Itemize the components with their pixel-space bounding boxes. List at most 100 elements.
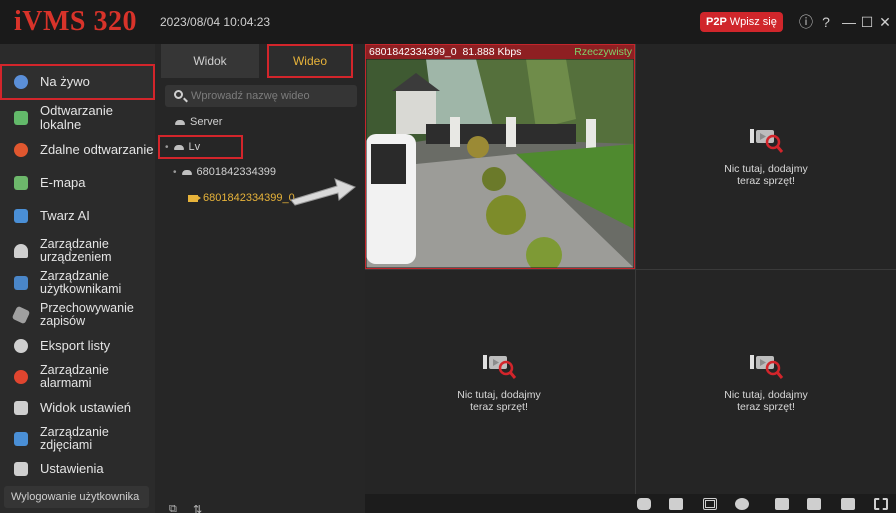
title-bar: iVMS 320 2023/08/04 10:04:23 P2P Wpisz si… [0,0,896,44]
empty-message-line1: Nic tutaj, dodajmy [724,163,808,175]
p2p-prefix: P2P [706,16,727,28]
empty-state: Nic tutaj, dodajmy teraz sprzęt! [429,352,569,413]
tree-item-channel[interactable]: 6801842334399_0 [188,192,295,204]
sidebar-item-label: Przechowywanie zapisów [40,301,134,328]
sidebar-item-label: Zarządzanie zdjęciami [40,425,109,452]
sidebar-item-image-management[interactable]: Zarządzanie zdjęciami [0,424,155,454]
settings-icon [14,462,28,476]
sidebar-item-label: Zarządzanie urządzeniem [40,237,112,264]
add-device-camera-icon [750,355,784,379]
tree-item-label: 6801842334399 [196,166,277,178]
empty-message-line1: Nic tutaj, dodajmy [724,389,808,401]
tab-widok[interactable]: Widok [161,44,259,78]
playback-toolbar [365,494,896,513]
remote-playback-icon [14,143,28,157]
tree-item-label: Server [190,116,223,128]
close-icon[interactable]: ✕ [876,10,894,34]
face-ai-icon [14,209,28,223]
sidebar-item-live[interactable]: Na żywo [0,64,155,100]
maximize-icon[interactable]: ☐ [858,10,876,34]
sidebar-item-label: Twarz AI [40,208,90,223]
empty-state: Nic tutaj, dodajmy teraz sprzęt! [696,126,836,187]
image-management-icon [14,432,28,446]
pause-icon[interactable] [775,498,789,510]
search-input[interactable] [191,87,353,105]
empty-message-line2: teraz sprzęt! [737,401,795,413]
sidebar-item-label: Zdalne odtwarzanie [40,142,154,157]
annotation-arrow-icon [290,178,356,206]
sidebar-item-label: Zarządzanie użytkownikami [40,269,122,296]
sidebar-item-user-management[interactable]: Zarządzanie użytkownikami [0,268,155,298]
add-device-camera-icon [483,355,517,379]
video-cell-4[interactable]: Nic tutaj, dodajmy teraz sprzęt! [636,270,896,494]
ptz-icon[interactable] [841,498,855,510]
tree-item-lv[interactable]: • Lv [165,141,200,153]
cloud-icon [181,169,192,175]
sidebar-item-remote-playback[interactable]: Zdalne odtwarzanie [0,136,155,164]
app-logo: iVMS 320 [14,6,137,37]
single-view-icon[interactable] [669,498,683,510]
video-cell-3[interactable]: Nic tutaj, dodajmy teraz sprzęt! [365,270,635,494]
p2p-login-label: Wpisz się [729,16,777,28]
help-icon[interactable]: ? [817,10,835,34]
sidebar-item-label: E-mapa [40,175,86,190]
snapshot-icon[interactable] [735,498,749,510]
clock: 2023/08/04 10:04:23 [160,15,271,29]
sidebar: Na żywo Odtwarzanie lokalne Zdalne odtwa… [0,44,155,513]
search-icon [174,90,183,99]
sidebar-item-label: Widok ustawień [40,400,132,415]
camera-icon [188,194,201,202]
sidebar-item-storage[interactable]: Przechowywanie zapisów [0,300,155,330]
expand-dot-icon[interactable]: • [165,142,169,153]
sort-icon[interactable]: ⇅ [193,503,202,513]
logout-button[interactable]: Wylogowanie użytkownika [4,486,149,508]
empty-state: Nic tutaj, dodajmy teraz sprzęt! [696,352,836,413]
export-icon [14,339,28,353]
sidebar-item-label: Ustawienia [40,461,104,476]
tree-item-device[interactable]: • 6801842334399 [173,166,276,178]
video-channel: 6801842334399_0 [369,46,457,58]
video-mode: Rzeczywisty [574,46,632,58]
tab-wideo[interactable]: Wideo [267,44,353,78]
grid-divider-horizontal [365,269,896,270]
video-info-bar: 6801842334399_0 81.888 Kbps Rzeczywisty [366,45,634,59]
tree-item-label: Lv [188,141,201,153]
sidebar-item-view-settings[interactable]: Widok ustawień [0,396,155,420]
p2p-login-button[interactable]: P2P Wpisz się [700,12,783,32]
cloud-icon [175,119,185,125]
fullscreen-icon[interactable] [874,498,888,510]
sidebar-item-emap[interactable]: E-mapa [0,169,155,197]
user-management-icon [14,276,28,290]
info-icon[interactable]: ⓘ [797,10,815,34]
device-management-icon [14,244,28,258]
alarm-icon [14,370,28,384]
local-playback-icon [14,111,28,125]
sidebar-item-label: Eksport listy [40,338,111,353]
sidebar-item-alarms[interactable]: Zarządzanie alarmami [0,362,155,392]
minimize-icon[interactable]: — [840,10,858,34]
tree-item-label: 6801842334399_0 [203,192,295,204]
empty-message-line1: Nic tutaj, dodajmy [457,389,541,401]
sidebar-item-device-management[interactable]: Zarządzanie urządzeniem [0,236,155,266]
empty-message-line2: teraz sprzęt! [470,401,528,413]
sidebar-item-settings[interactable]: Ustawienia [0,458,155,480]
live-view-icon [14,75,28,89]
sidebar-item-label: Na żywo [40,74,90,89]
video-bitrate: 81.888 Kbps [462,46,522,58]
play-icon[interactable] [807,498,821,510]
video-cell-1[interactable]: 6801842334399_0 81.888 Kbps Rzeczywisty [365,44,635,269]
video-cell-2[interactable]: Nic tutaj, dodajmy teraz sprzęt! [636,44,896,269]
sidebar-item-face-ai[interactable]: Twarz AI [0,202,155,230]
search-box [165,85,357,107]
video-grid: 6801842334399_0 81.888 Kbps Rzeczywisty [365,44,896,494]
device-panel: Widok Wideo Server • Lv • 6801842334399 … [155,44,365,513]
sidebar-item-export[interactable]: Eksport listy [0,335,155,357]
sidebar-item-label: Zarządzanie alarmami [40,363,109,390]
sidebar-item-local-playback[interactable]: Odtwarzanie lokalne [0,104,155,132]
view-settings-icon [14,401,28,415]
tree-item-server[interactable]: Server [175,116,222,128]
expand-dot-icon[interactable]: • [173,167,177,178]
record-icon[interactable] [637,498,651,510]
split-view-icon[interactable] [703,498,717,510]
collapse-icon[interactable]: ⧉ [169,503,177,513]
